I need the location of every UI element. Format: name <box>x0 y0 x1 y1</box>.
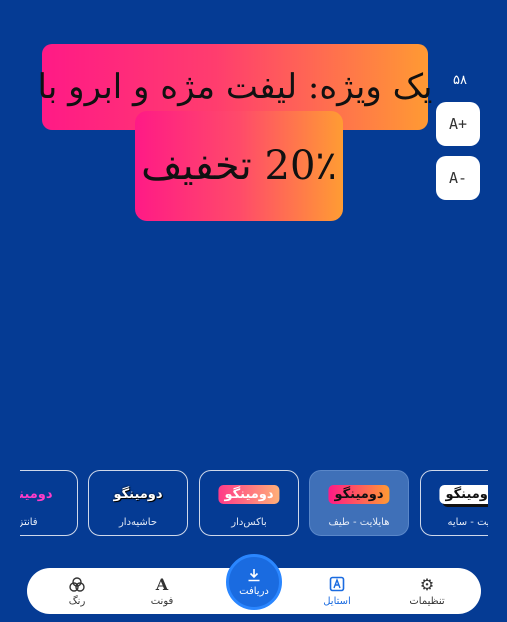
style-card-boxed[interactable]: دومینگو باکس‌دار <box>199 470 299 536</box>
decrease-font-button[interactable]: A- <box>436 156 480 200</box>
style-caption: باکس‌دار <box>231 517 267 528</box>
nav-color[interactable]: رنگ <box>42 568 112 614</box>
palette-icon <box>68 576 86 596</box>
nav-style-label: استایل <box>323 595 351 607</box>
text-line-2[interactable]: 20٪ تخفیف <box>135 111 343 221</box>
style-preview: دومینگو <box>328 485 390 504</box>
style-caption: حاشیه‌دار <box>118 517 158 528</box>
style-preview: دومینگو <box>218 485 280 504</box>
style-preview: دومینگو <box>113 487 163 502</box>
text-line-2-content: 20٪ تخفیف <box>141 143 337 189</box>
style-caption: هایلایت - طیف <box>328 517 390 528</box>
nav-settings-label: تنظیمات <box>409 595 445 607</box>
style-carousel[interactable]: دومینگو ایت - سایه دومینگو هایلایت - طیف… <box>20 470 488 540</box>
download-button[interactable]: دریافت <box>226 554 282 610</box>
nav-style[interactable]: استایل <box>302 568 372 614</box>
font-icon: A <box>155 574 169 594</box>
download-icon <box>246 567 262 586</box>
style-caption: فانتز <box>20 517 38 528</box>
nav-settings[interactable]: ⚙ تنظیمات <box>392 568 462 614</box>
style-card-fancy[interactable]: دومینگو فانتز <box>20 470 78 536</box>
style-preview: دومینگو <box>20 487 53 502</box>
download-label: دریافت <box>239 586 269 597</box>
style-card-shadow[interactable]: دومینگو ایت - سایه <box>420 470 488 536</box>
nav-color-label: رنگ <box>68 595 86 607</box>
gear-icon: ⚙ <box>419 574 435 594</box>
nav-font[interactable]: A فونت <box>127 568 197 614</box>
nav-font-label: فونت <box>150 595 174 607</box>
style-icon <box>329 576 345 596</box>
style-card-outlined[interactable]: دومینگو حاشیه‌دار <box>88 470 188 536</box>
text-line-1-content: یک ویژه: لیفت مژه و ابرو با <box>37 67 433 107</box>
font-size-value: ۵۸ <box>453 73 467 88</box>
style-caption: ایت - سایه <box>447 517 488 528</box>
style-card-highlight-gradient[interactable]: دومینگو هایلایت - طیف <box>309 470 409 536</box>
increase-font-button[interactable]: A+ <box>436 102 480 146</box>
style-preview: دومینگو <box>439 485 488 504</box>
